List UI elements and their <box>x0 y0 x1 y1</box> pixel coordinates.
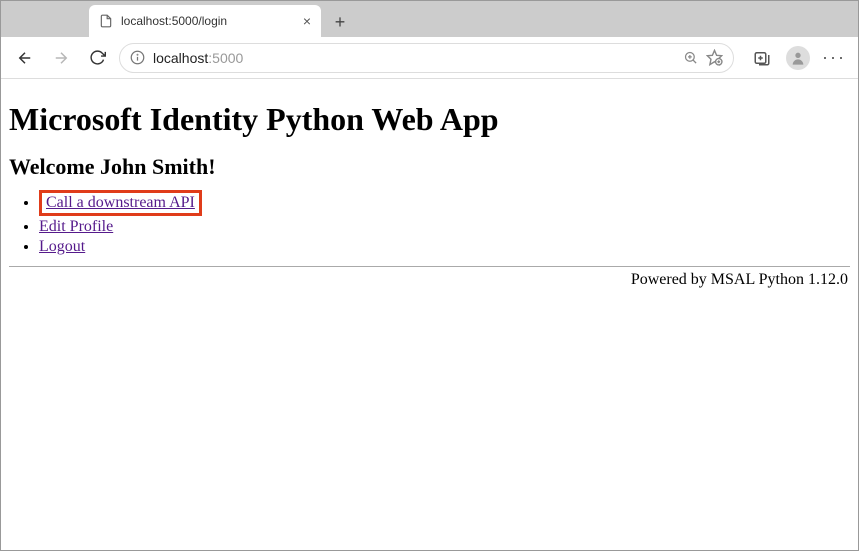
highlight-box: Call a downstream API <box>39 190 202 216</box>
new-tab-button[interactable]: + <box>325 7 355 37</box>
divider <box>9 266 850 267</box>
address-bar[interactable]: localhost:5000 <box>119 43 734 73</box>
welcome-heading: Welcome John Smith! <box>9 154 850 180</box>
address-text: localhost:5000 <box>153 50 675 66</box>
logout-link[interactable]: Logout <box>39 238 85 255</box>
call-api-link[interactable]: Call a downstream API <box>46 194 195 211</box>
address-port: :5000 <box>208 50 243 66</box>
list-item: Call a downstream API <box>39 190 850 216</box>
favorite-icon[interactable] <box>706 49 723 66</box>
info-icon[interactable] <box>130 50 145 65</box>
forward-button <box>47 44 75 72</box>
close-tab-icon[interactable]: × <box>303 13 311 29</box>
browser-toolbar: localhost:5000 ··· <box>1 37 858 79</box>
page-icon <box>99 14 113 28</box>
page-content: Microsoft Identity Python Web App Welcom… <box>1 79 858 297</box>
tab-title: localhost:5000/login <box>121 14 295 28</box>
page-title: Microsoft Identity Python Web App <box>9 101 850 138</box>
browser-tab-strip: localhost:5000/login × + <box>1 1 858 37</box>
zoom-icon[interactable] <box>683 50 698 65</box>
back-button[interactable] <box>11 44 39 72</box>
nav-list: Call a downstream API Edit Profile Logou… <box>9 190 850 256</box>
list-item: Logout <box>39 238 850 256</box>
list-item: Edit Profile <box>39 218 850 236</box>
collections-icon[interactable] <box>748 44 776 72</box>
footer-text: Powered by MSAL Python 1.12.0 <box>9 271 850 289</box>
menu-button[interactable]: ··· <box>820 44 848 72</box>
profile-avatar[interactable] <box>786 46 810 70</box>
address-host: localhost <box>153 50 208 66</box>
edit-profile-link[interactable]: Edit Profile <box>39 218 113 235</box>
browser-tab[interactable]: localhost:5000/login × <box>89 5 321 37</box>
refresh-button[interactable] <box>83 44 111 72</box>
